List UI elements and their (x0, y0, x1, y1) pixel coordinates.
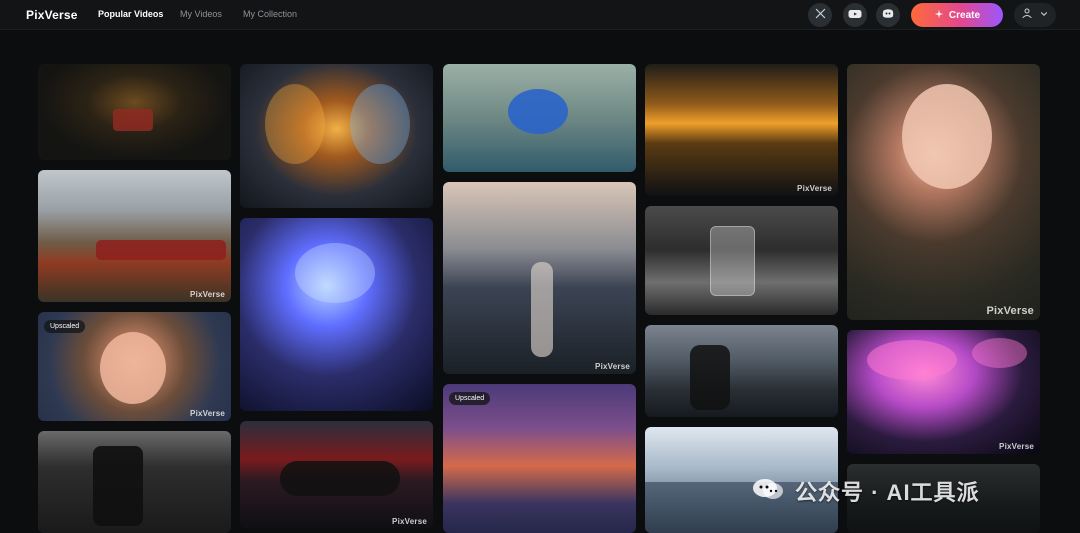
create-label: Create (948, 9, 981, 21)
rider-shape (690, 345, 730, 410)
video-tile-cartoon-girl[interactable]: Upscaled PixVerse (38, 312, 231, 421)
pixverse-watermark: PixVerse (986, 305, 1034, 317)
tab-my-videos[interactable]: My Videos (180, 9, 222, 19)
video-tile-lake-woman[interactable]: PixVerse (443, 182, 636, 374)
user-menu[interactable] (1014, 3, 1056, 27)
x-button[interactable] (808, 3, 832, 27)
user-icon (1021, 6, 1033, 24)
pixverse-watermark: PixVerse (595, 362, 630, 371)
youtube-icon (848, 6, 862, 24)
youtube-button[interactable] (843, 3, 867, 27)
video-tile-horseman[interactable] (645, 325, 838, 417)
chevron-down-icon (1039, 6, 1049, 24)
train-shape (96, 240, 226, 260)
discord-button[interactable] (876, 3, 900, 27)
figure-shape (531, 262, 553, 357)
pixverse-watermark: PixVerse (797, 184, 832, 193)
wechat-watermark-text: 公众号 · AI工具派 (795, 480, 980, 505)
video-tile-perfume[interactable] (645, 206, 838, 315)
wing-right-shape (350, 84, 410, 164)
video-tile-jellyfish[interactable] (240, 218, 433, 411)
silhouette-shape (93, 446, 143, 526)
video-tile-car-night[interactable] (38, 64, 231, 160)
sparkle-icon (934, 9, 944, 22)
pixverse-watermark: PixVerse (392, 517, 427, 526)
pixverse-watermark: PixVerse (999, 442, 1034, 451)
x-icon (815, 6, 826, 24)
video-tile-pink-jellyfish[interactable]: PixVerse (847, 330, 1040, 454)
pixverse-watermark: PixVerse (190, 290, 225, 299)
video-tile-sports-car[interactable]: PixVerse (240, 421, 433, 529)
discord-icon (881, 6, 895, 24)
jellyfish-shape (295, 243, 375, 303)
perfume-bottle-shape (710, 226, 755, 296)
tab-my-collection[interactable]: My Collection (243, 9, 297, 19)
video-tile-portrait-woman[interactable]: PixVerse (847, 64, 1040, 320)
bird-shape (508, 89, 568, 134)
video-tile-train-village[interactable]: PixVerse (38, 170, 231, 302)
upscaled-badge: Upscaled (449, 392, 491, 405)
tab-popular-videos[interactable]: Popular Videos (98, 9, 163, 19)
top-bar: PixVerse Popular Videos My Videos My Col… (0, 0, 1080, 30)
upscaled-badge: Upscaled (44, 320, 86, 333)
pixverse-watermark: PixVerse (190, 409, 225, 418)
video-tile-sunset-water[interactable]: PixVerse (645, 64, 838, 196)
cartoon-face-shape (100, 332, 166, 404)
wing-left-shape (265, 84, 325, 164)
create-button[interactable]: Create (911, 3, 1003, 27)
jellyfish-shape (972, 338, 1027, 368)
wechat-watermark: 公众号 · AI工具派 (751, 473, 1051, 509)
video-tile-noir-couple[interactable] (38, 431, 231, 533)
video-tile-bluebird[interactable] (443, 64, 636, 172)
car-shape (280, 461, 400, 496)
video-tile-butterfly-fairy[interactable] (240, 64, 433, 208)
wechat-icon (751, 476, 785, 507)
video-tile-sunset-clouds[interactable]: Upscaled (443, 384, 636, 533)
face-shape (902, 84, 992, 189)
jellyfish-shape (867, 340, 957, 380)
app-logo[interactable]: PixVerse (26, 8, 78, 22)
car-shape (113, 109, 153, 131)
